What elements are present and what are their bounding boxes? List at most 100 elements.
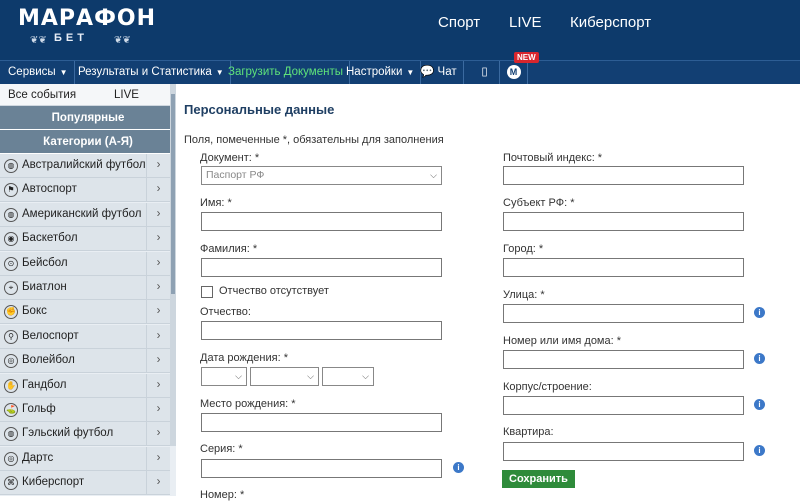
sidebar-categories[interactable]: Категории (А-Я) [0,130,176,154]
street-field[interactable] [503,304,744,323]
document-select[interactable]: Паспорт РФ ⌵ [201,166,442,185]
no-patronymic-label: Отчество отсутствует [219,285,329,297]
sidebar-tabs: Все события LIVE [0,84,176,106]
sidebar-item-label: Американский футбол [22,207,142,220]
chevron-right-icon[interactable]: › [146,349,170,373]
sidebar-item[interactable]: ◎ Волейбол › [0,349,170,374]
info-icon[interactable]: i [754,353,765,364]
sidebar-popular[interactable]: Популярные [0,106,176,130]
chevron-right-icon[interactable]: › [146,276,170,299]
birth-month-select[interactable]: ⌵ [250,367,319,386]
chevron-right-icon[interactable]: › [146,202,170,226]
nav-sport[interactable]: Спорт [438,14,480,31]
nav-live[interactable]: LIVE [509,14,542,31]
sidebar-item-label: Бейсбол [22,256,68,269]
patronymic-label: Отчество: [200,306,251,318]
chevron-right-icon[interactable]: › [146,422,170,446]
region-label: Субъект РФ: * [503,197,575,209]
site-header: МАРАФОН ❦❦ БЕТ ❦❦ Спорт LIVE Киберспорт [0,0,800,60]
menu-chat-label: Чат [437,66,457,78]
info-icon[interactable]: i [453,462,464,473]
menu-services-label: Сервисы [8,66,56,78]
chevron-right-icon[interactable]: › [146,300,170,324]
sport-icon: ⚲ [4,329,18,344]
nav-esports[interactable]: Киберспорт [570,14,651,31]
no-patronymic-checkbox[interactable] [201,286,213,298]
menu-results[interactable]: Результаты и Статистика ▼ [72,61,231,84]
sidebar-item-label: Биатлон [22,281,67,293]
patronymic-field[interactable] [201,321,442,340]
sidebar-item[interactable]: ⊙ Бейсбол › [0,251,170,276]
birth-year-select[interactable]: ⌵ [322,367,374,386]
surname-field[interactable] [201,258,442,277]
sport-icon: ◎ [4,354,18,369]
chevron-right-icon[interactable]: › [146,446,170,470]
brand-logo[interactable]: МАРАФОН ❦❦ БЕТ ❦❦ [18,6,157,46]
info-icon[interactable]: i [754,445,765,456]
sidebar-item[interactable]: ◎ Дартс › [0,446,170,471]
sidebar-item[interactable]: ⌖ Биатлон › [0,276,170,300]
chevron-right-icon[interactable]: › [146,471,170,495]
street-label: Улица: * [503,289,545,301]
apartment-label: Квартира: [503,426,554,438]
chevron-down-icon: ⌵ [430,170,437,180]
postal-field[interactable] [503,166,744,185]
chevron-right-icon[interactable]: › [146,154,170,177]
sidebar-item[interactable]: ◍ Австралийский футбол › [0,154,170,178]
chevron-right-icon[interactable]: › [146,398,170,421]
house-field[interactable] [503,350,744,369]
required-note: Поля, помеченные *, обязательны для запо… [184,134,444,146]
building-field[interactable] [503,396,744,415]
city-field[interactable] [503,258,744,277]
apartment-field[interactable] [503,442,744,461]
sport-icon: ⛳ [4,403,18,417]
building-label: Корпус/строение: [503,381,592,393]
chevron-right-icon[interactable]: › [146,251,170,275]
region-field[interactable] [503,212,744,231]
name-label: Имя: * [200,197,232,209]
sidebar-item-label: Волейбол [22,354,75,367]
menu-services[interactable]: Сервисы ▼ [2,61,75,84]
sport-icon: ◎ [4,451,18,466]
sidebar-item[interactable]: ◉ Баскетбол › [0,227,170,252]
brand-name: МАРАФОН [18,6,157,31]
sport-icon: ⚑ [4,183,18,198]
birthdate-label: Дата рождения: * [200,352,288,364]
number-label: Номер: * [200,489,245,501]
birthplace-label: Место рождения: * [200,398,296,410]
phone-icon: ▯ [481,66,488,78]
menu-upload-documents[interactable]: Загрузить Документы [222,61,350,84]
tab-live[interactable]: LIVE [114,84,139,106]
sidebar-item[interactable]: ✋ Гандбол › [0,373,170,398]
sidebar-item[interactable]: ⚲ Велоспорт › [0,324,170,349]
mobile-app-button[interactable]: ▯ [470,61,500,84]
info-icon[interactable]: i [754,307,765,318]
tab-all-events[interactable]: Все события [8,84,76,106]
sidebar-item-label: Австралийский футбол [22,159,146,171]
scrollbar-thumb[interactable] [171,94,175,294]
sidebar-item[interactable]: ◍ Американский футбол › [0,202,170,227]
sidebar-item-label: Гольф [22,403,56,415]
marathon-m-button[interactable]: M [500,61,528,84]
birthplace-field[interactable] [201,413,442,432]
sidebar-item[interactable]: ✊ Бокс › [0,300,170,325]
sidebar-item[interactable]: ⛳ Гольф › [0,398,170,422]
sidebar-item[interactable]: ⚑ Автоспорт › [0,178,170,203]
sidebar-item[interactable]: ⌘ Киберспорт › [0,471,170,496]
menu-settings[interactable]: Настройки ▼ [340,61,422,84]
info-icon[interactable]: i [754,399,765,410]
chevron-right-icon[interactable]: › [146,324,170,348]
chevron-right-icon[interactable]: › [146,227,170,251]
name-field[interactable] [201,212,442,231]
birth-day-select[interactable]: ⌵ [201,367,247,386]
sport-icon: ◍ [4,159,18,173]
chevron-down-icon: ⌵ [235,371,242,381]
menu-bar: Сервисы ▼ Результаты и Статистика ▼ Загруз… [0,60,800,84]
menu-chat[interactable]: 💬 Чат [414,61,464,84]
new-badge: NEW [514,52,539,63]
chevron-right-icon[interactable]: › [146,373,170,397]
series-field[interactable] [201,459,442,478]
save-button[interactable]: Сохранить [502,470,575,488]
chevron-right-icon[interactable]: › [146,178,170,202]
sidebar-item[interactable]: ◍ Гэльский футбол › [0,422,170,447]
